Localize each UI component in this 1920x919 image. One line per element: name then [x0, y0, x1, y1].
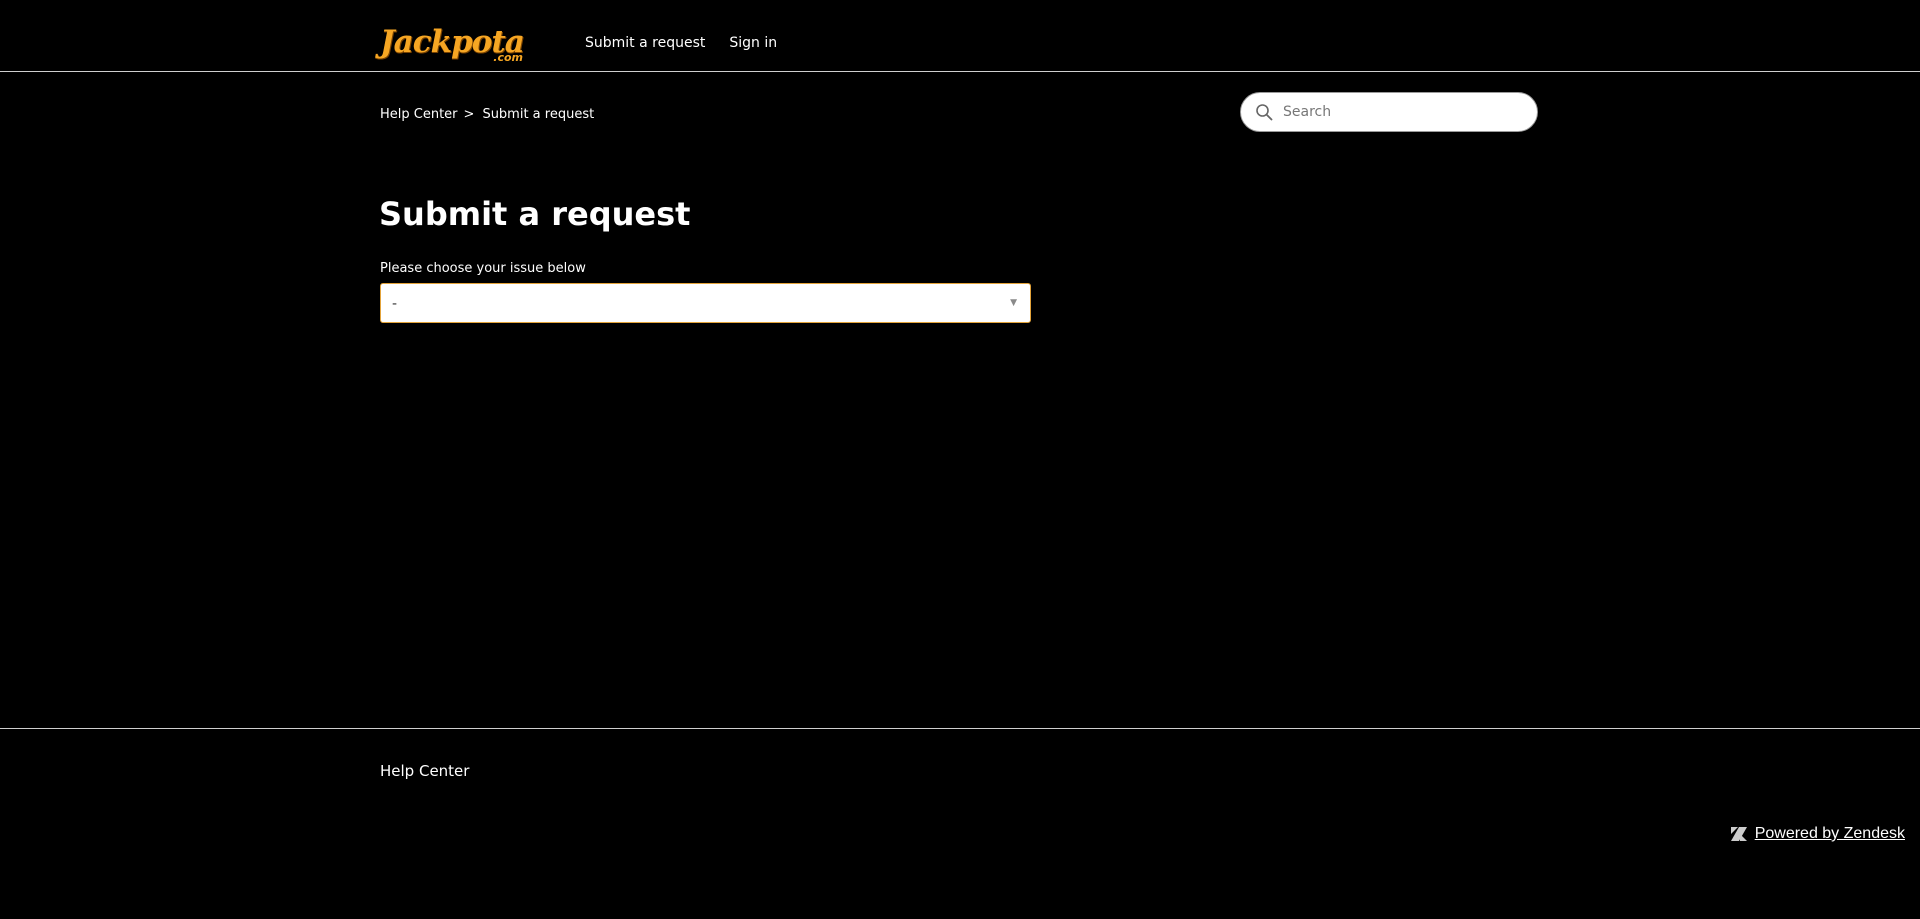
issue-select-value: - [392, 296, 398, 312]
zendesk-icon [1730, 827, 1747, 841]
page-title: Submit a request [379, 195, 691, 233]
breadcrumb-submit-request[interactable]: Submit a request [482, 106, 594, 123]
breadcrumb: Help Center > Submit a request [380, 106, 594, 123]
site-footer: Help Center Powered by Zendesk [0, 728, 1920, 919]
search-input[interactable] [1281, 101, 1521, 123]
search-icon [1256, 104, 1273, 121]
submit-request-link[interactable]: Submit a request [585, 34, 705, 52]
search-box[interactable] [1240, 92, 1538, 132]
site-header: Jackpota .com Submit a request Sign in [0, 0, 1920, 72]
issue-select-label: Please choose your issue below [380, 261, 586, 276]
logo-link[interactable]: Jackpota .com [380, 26, 525, 64]
issue-select[interactable]: - ▼ [380, 283, 1031, 323]
sign-in-link[interactable]: Sign in [729, 34, 777, 52]
footer-help-center-link[interactable]: Help Center [380, 761, 469, 781]
logo-suffix: .com [493, 51, 523, 64]
user-nav: Submit a request Sign in [585, 34, 777, 52]
powered-by: Powered by Zendesk [1730, 825, 1905, 843]
chevron-down-icon: ▼ [1010, 298, 1017, 308]
breadcrumb-help-center[interactable]: Help Center [380, 106, 458, 123]
powered-by-zendesk-link[interactable]: Powered by Zendesk [1755, 825, 1905, 843]
page: Jackpota .com Submit a request Sign in H… [0, 0, 1920, 919]
breadcrumb-separator: > [463, 107, 475, 122]
